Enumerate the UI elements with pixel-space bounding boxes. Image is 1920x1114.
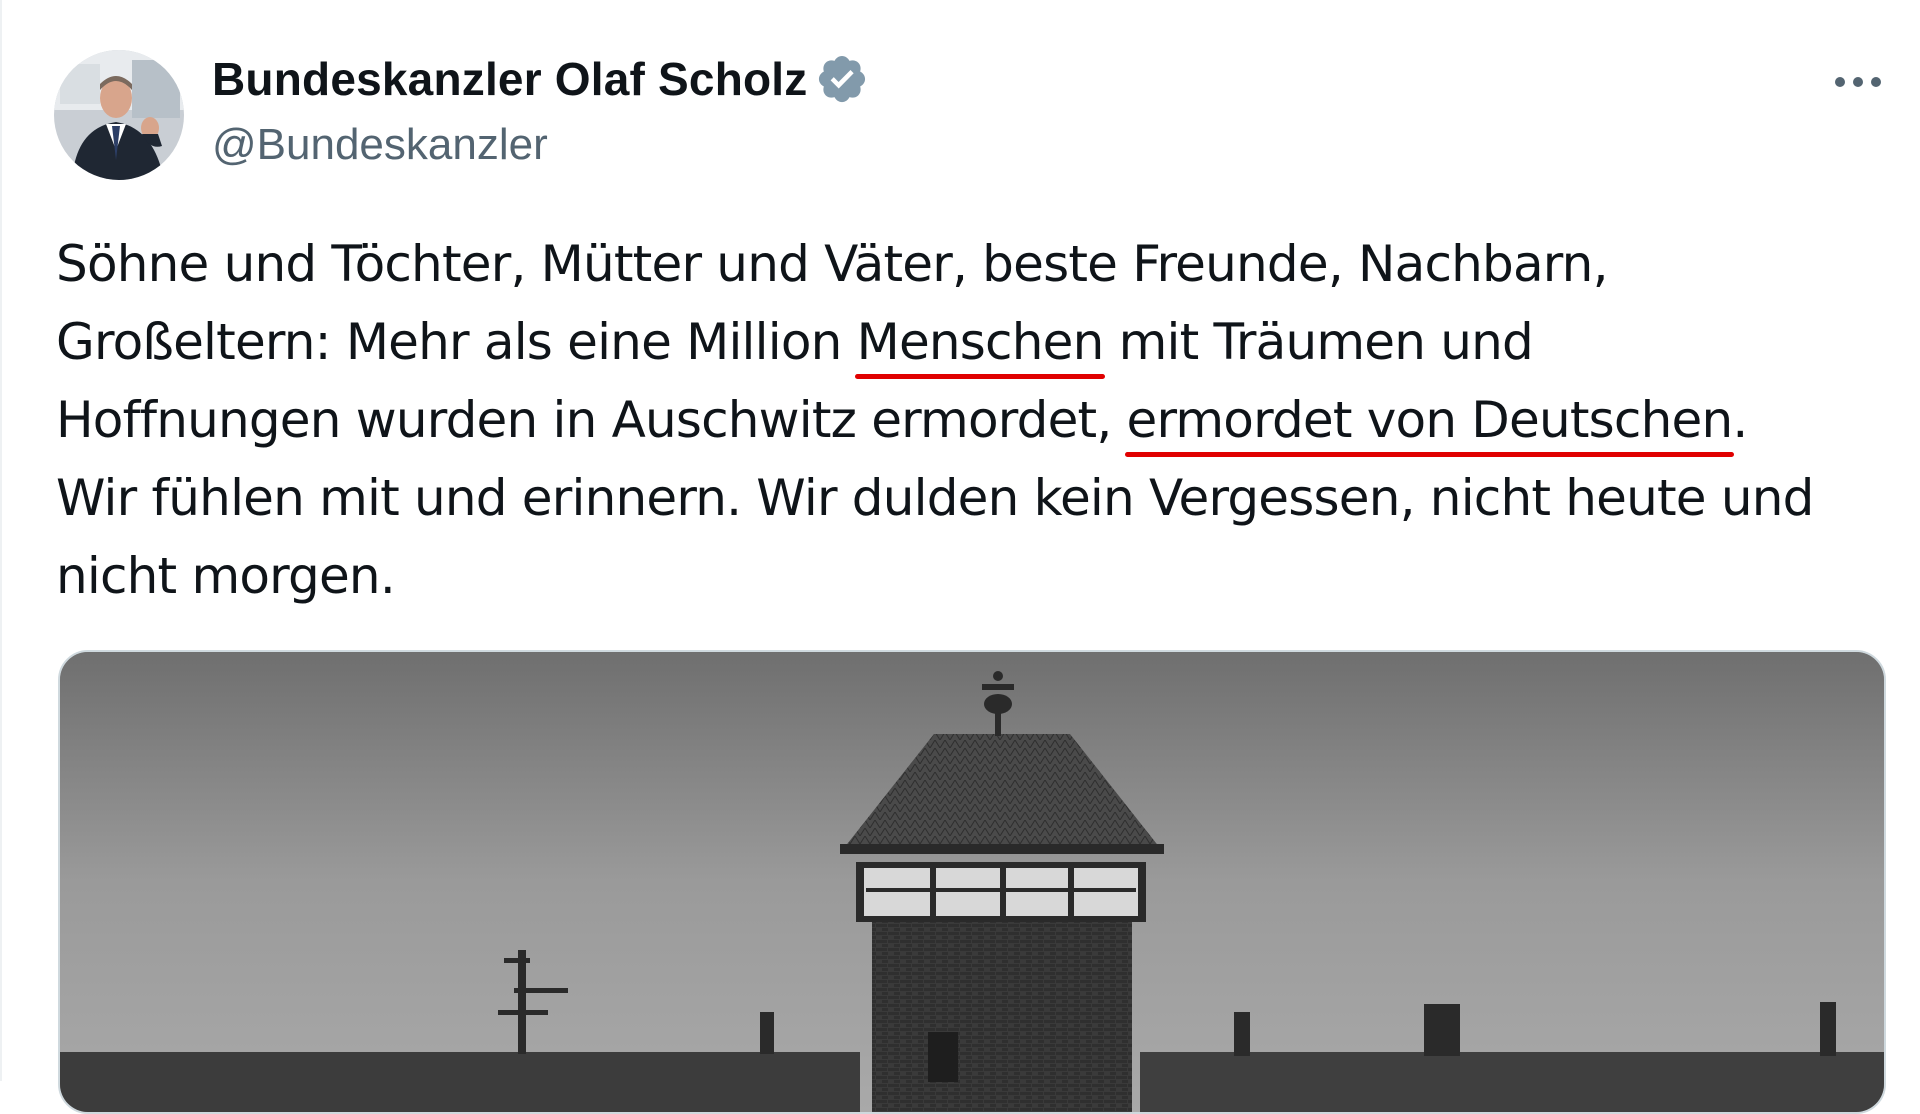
tweet-text-segment: .: [1732, 391, 1748, 449]
tweet-text-line: nicht morgen.: [56, 537, 1886, 615]
tweet-text-segment: Wir fühlen mit und erinnern. Wir dulden …: [56, 469, 1814, 527]
author-handle[interactable]: @Bundeskanzler: [212, 120, 548, 170]
tweet-text-line: Hoffnungen wurden in Auschwitz ermordet,…: [56, 381, 1886, 459]
tweet-text-line: Söhne und Töchter, Mütter und Väter, bes…: [56, 225, 1886, 303]
tweet-text-segment: nicht morgen.: [56, 547, 396, 605]
tweet-text: Söhne und Töchter, Mütter und Väter, bes…: [56, 225, 1886, 615]
highlighted-phrase-ermordet-von-deutschen: ermordet von Deutschen: [1124, 381, 1735, 459]
more-horizontal-icon: [1835, 77, 1881, 87]
more-options-button[interactable]: [1828, 62, 1888, 102]
black-and-white-photo: [60, 652, 1884, 1112]
author-display-name[interactable]: Bundeskanzler Olaf Scholz: [212, 52, 807, 106]
tweet-text-segment: Söhne und Töchter, Mütter und Väter, bes…: [56, 235, 1608, 293]
profile-photo-icon: [54, 50, 184, 180]
tweet-text-segment: Großeltern: Mehr als eine Million: [56, 313, 857, 371]
author-avatar[interactable]: [54, 50, 184, 180]
tweet-text-segment: mit Träumen und: [1103, 313, 1534, 371]
tweet-media-photo[interactable]: [58, 650, 1886, 1114]
highlighted-phrase-menschen: Menschen: [854, 303, 1106, 381]
tweet-text-line: Wir fühlen mit und erinnern. Wir dulden …: [56, 459, 1886, 537]
verified-badge-icon: [815, 52, 869, 106]
author-name-row[interactable]: Bundeskanzler Olaf Scholz: [212, 52, 869, 106]
tweet-text-segment: Hoffnungen wurden in Auschwitz ermordet,: [56, 391, 1127, 449]
tweet-card: Bundeskanzler Olaf Scholz @Bundeskanzler…: [0, 0, 1920, 1114]
tweet-text-line: Großeltern: Mehr als eine Million Mensch…: [56, 303, 1886, 381]
